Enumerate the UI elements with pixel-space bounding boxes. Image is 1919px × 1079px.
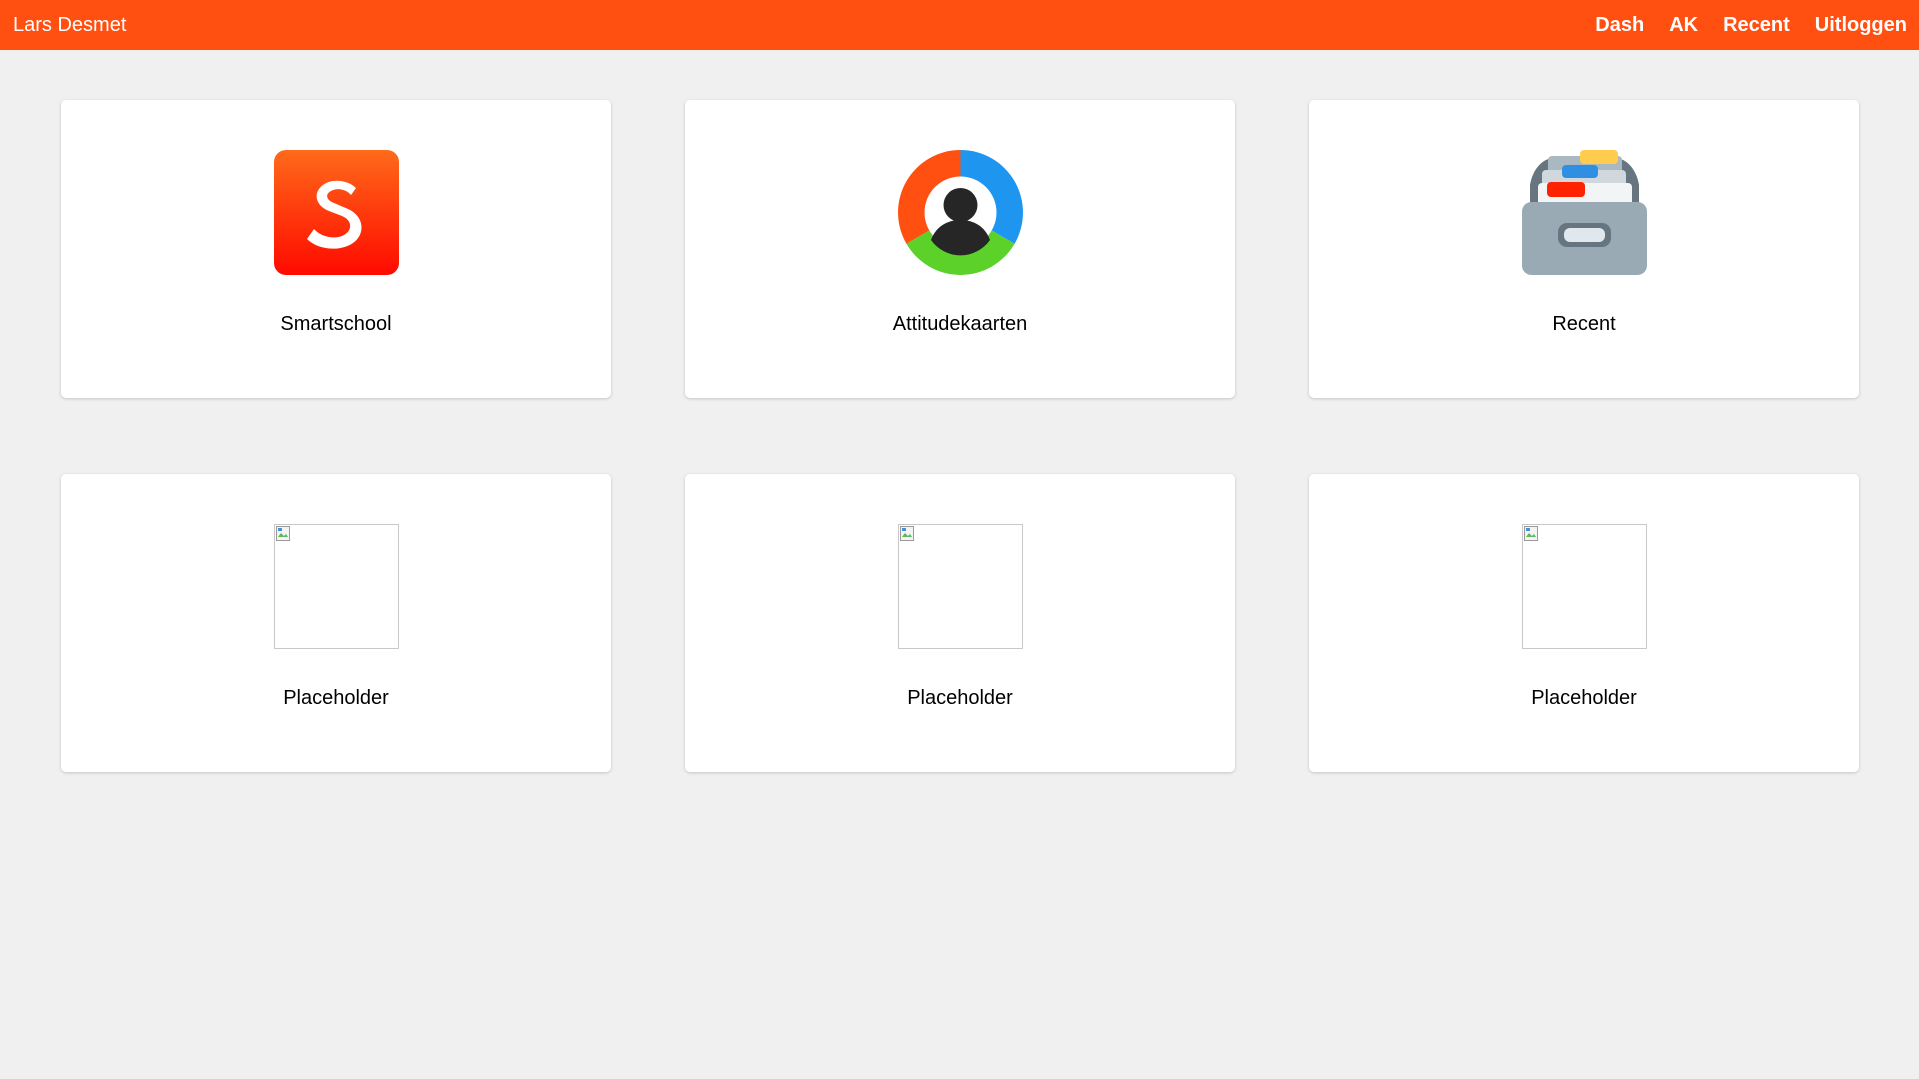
tile-label: Placeholder: [1531, 687, 1637, 709]
tile-placeholder[interactable]: Placeholder: [1309, 474, 1859, 772]
smartschool-logo-icon: [274, 150, 399, 275]
nav-links: Dash AK Recent Uitloggen: [1595, 12, 1907, 38]
broken-image-icon: [898, 524, 1023, 649]
tile-placeholder[interactable]: Placeholder: [685, 474, 1235, 772]
tile-placeholder[interactable]: Placeholder: [61, 474, 611, 772]
app-tile-grid: Smartschool Attitudekaarten Recent Place…: [61, 100, 1859, 772]
tile-smartschool[interactable]: Smartschool: [61, 100, 611, 398]
tile-label: Placeholder: [283, 687, 389, 709]
nav-link-ak[interactable]: AK: [1669, 12, 1698, 38]
tile-recent[interactable]: Recent: [1309, 100, 1859, 398]
nav-link-logout[interactable]: Uitloggen: [1815, 12, 1907, 38]
broken-image-icon: [274, 524, 399, 649]
tile-label: Placeholder: [907, 687, 1013, 709]
attitudekaarten-logo-icon: [898, 150, 1023, 275]
tile-label: Recent: [1552, 313, 1616, 335]
broken-image-icon: [1522, 524, 1647, 649]
tile-label: Smartschool: [280, 313, 392, 335]
user-name: Lars Desmet: [13, 14, 127, 36]
nav-link-recent[interactable]: Recent: [1723, 12, 1790, 38]
nav-link-dash[interactable]: Dash: [1595, 12, 1644, 38]
tile-attitudekaarten[interactable]: Attitudekaarten: [685, 100, 1235, 398]
card-file-box-icon: [1522, 150, 1647, 275]
top-navbar: Lars Desmet Dash AK Recent Uitloggen: [0, 0, 1919, 50]
tile-label: Attitudekaarten: [892, 313, 1028, 335]
